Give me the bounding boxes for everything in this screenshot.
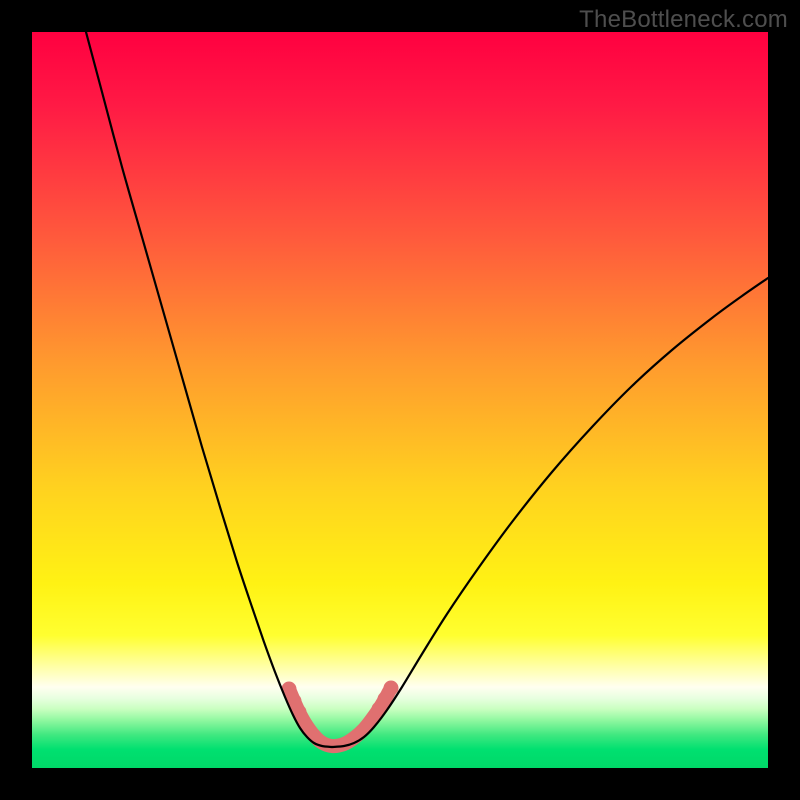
marker-dot: [384, 681, 399, 696]
chart-svg: [32, 32, 768, 768]
plot-area: [32, 32, 768, 768]
chart-frame: TheBottleneck.com: [0, 0, 800, 800]
gradient-background: [32, 32, 768, 768]
watermark-text: TheBottleneck.com: [579, 6, 788, 34]
